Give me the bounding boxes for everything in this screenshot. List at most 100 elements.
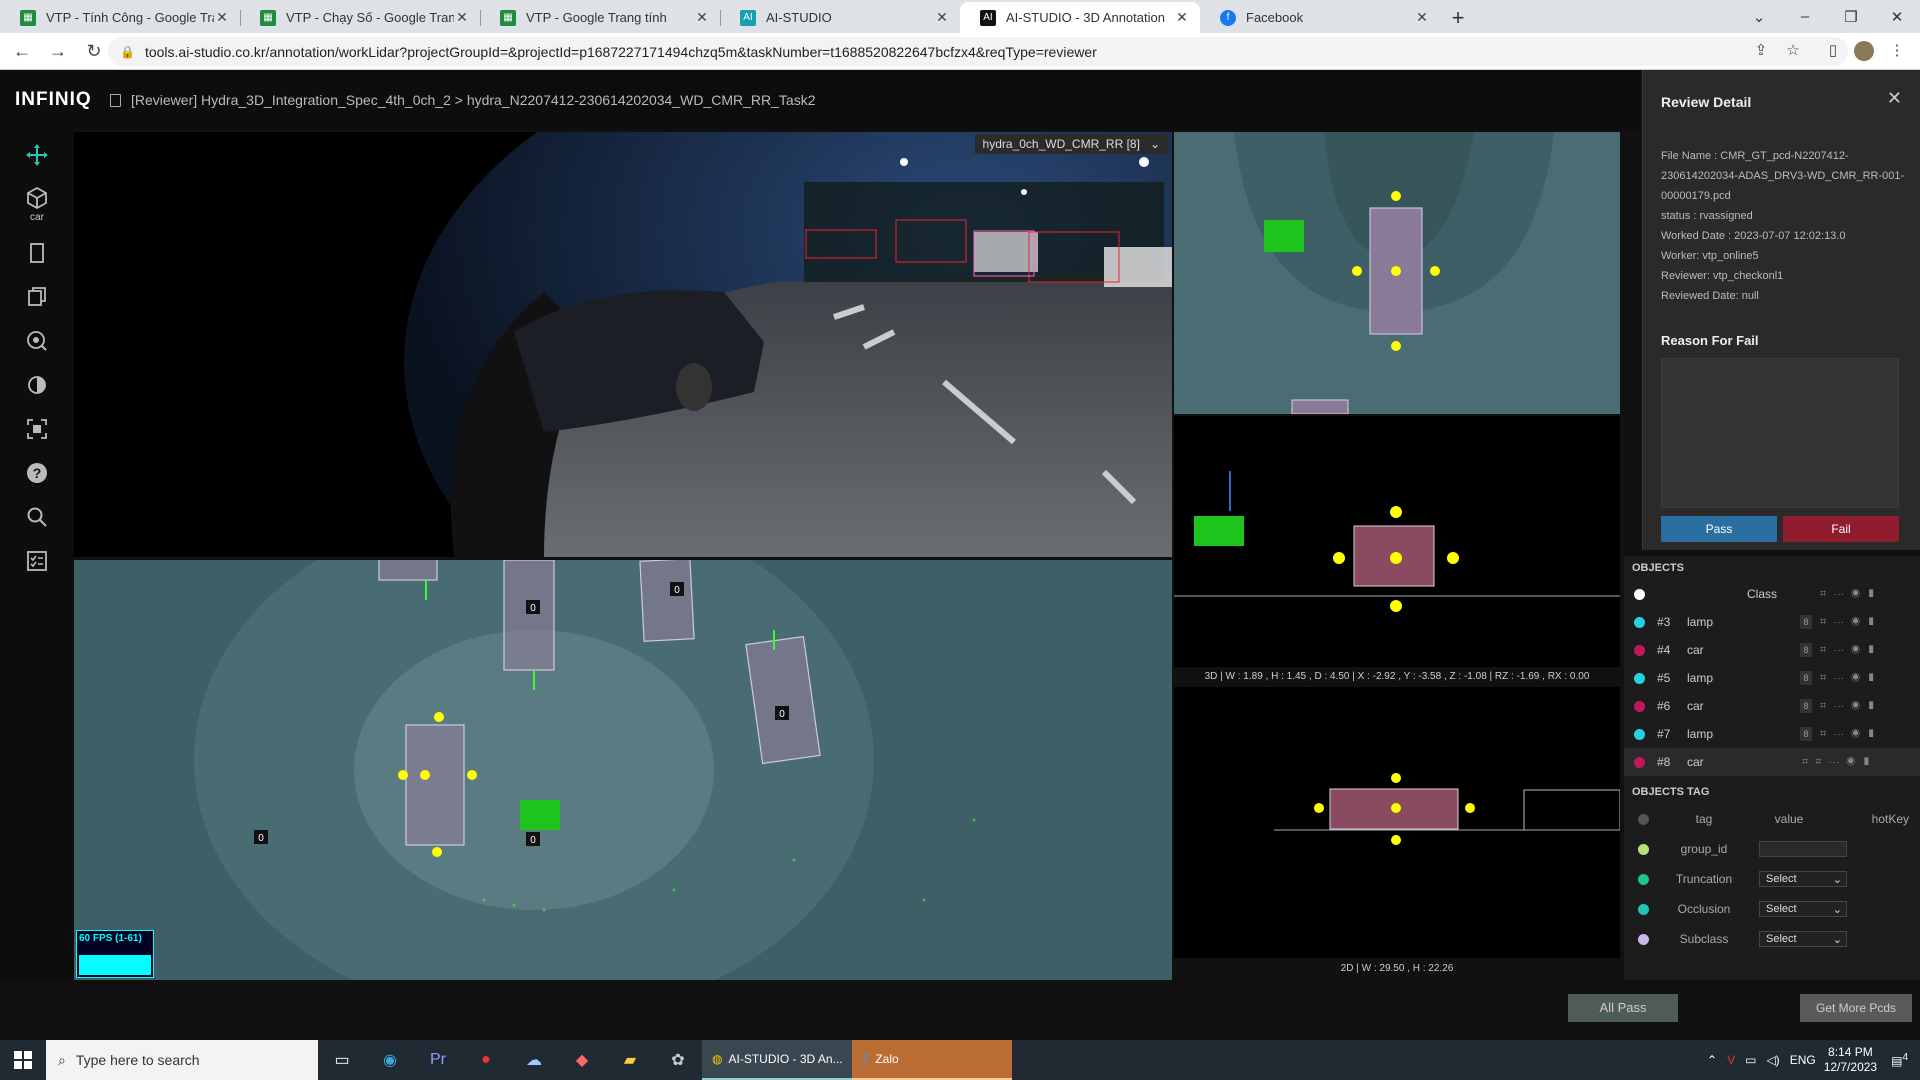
browser-tab-active[interactable]: AI AI-STUDIO - 3D Annotation ✕ [960,2,1200,33]
objects-class-header: Class ⌗⋯◉▮ [1624,580,1920,608]
ai-studio-icon: AI [740,9,756,26]
search-icon[interactable] [22,502,52,532]
browser-tab[interactable]: ▦VTP - Tính Công - Google Trang✕ [0,2,240,33]
pass-button[interactable]: Pass [1661,516,1777,542]
object-row[interactable]: #4 car 8 ⌗⋯◉▮ [1624,636,1920,664]
menu-icon[interactable]: ⋮ [1886,41,1908,59]
reason-textarea[interactable] [1661,358,1899,508]
row-action-icons[interactable]: ⌗⋯◉▮ [1820,700,1882,713]
browser-tab[interactable]: ▦ VTP - Google Trang tính ✕ [480,2,720,33]
task-view-icon[interactable]: ▭ [318,1040,366,1080]
header-icons[interactable]: ⌗⋯◉▮ [1820,588,1882,601]
browser-tab[interactable]: AI AI-STUDIO ✕ [720,2,960,33]
pillar-tool-icon[interactable] [22,238,52,268]
app-icon[interactable]: ✿ [654,1040,702,1080]
browser-tab[interactable]: ▦VTP - Chạy Số - Google Trang tín✕ [240,2,480,33]
browser-tab-bar: ▦VTP - Tính Công - Google Trang✕ ▦VTP - … [0,0,1920,33]
sheets-icon: ▦ [500,9,516,26]
group-id-input[interactable] [1759,841,1847,857]
cuboid-tool-icon[interactable]: car [22,182,52,226]
object-row[interactable]: #5 lamp 8 ⌗⋯◉▮ [1624,664,1920,692]
close-tab-icon[interactable]: ✕ [214,9,230,26]
tag-row-occlusion: Occlusion Select ⌄ [1624,894,1920,924]
cloud-app-icon[interactable]: ☁ [510,1040,558,1080]
box-label: 0 [258,833,264,844]
url-input[interactable]: 🔒 tools.ai-studio.co.kr/annotation/workL… [108,37,1848,66]
recorder-icon[interactable]: ● [462,1040,510,1080]
forward-icon[interactable]: → [44,37,72,65]
close-tab-icon[interactable]: ✕ [934,9,950,26]
help-icon[interactable]: ? [22,458,52,488]
focus-tool-icon[interactable] [22,326,52,356]
object-row[interactable]: #3 lamp 8 ⌗⋯◉▮ [1624,608,1920,636]
clock[interactable]: 8:14 PM 12/7/2023 [1824,1045,1877,1075]
get-more-pcds-button[interactable]: Get More Pcds [1800,994,1912,1022]
avatar[interactable] [1854,41,1874,61]
close-tab-icon[interactable]: ✕ [454,9,470,26]
layers-tool-icon[interactable] [22,282,52,312]
tool-app-icon[interactable]: ◆ [558,1040,606,1080]
truncation-select[interactable]: Select ⌄ [1759,871,1847,887]
review-title: Review Detail [1661,94,1752,110]
occlusion-select[interactable]: Select ⌄ [1759,901,1847,917]
tray-chevron-icon[interactable]: ⌃ [1707,1053,1717,1067]
minimize-button[interactable]: – [1782,0,1828,33]
close-icon[interactable]: ✕ [1887,88,1902,109]
subclass-select[interactable]: Select ⌄ [1759,931,1847,947]
side-panel-icon[interactable]: ▯ [1822,41,1844,59]
volume-icon[interactable]: ◁) [1766,1053,1779,1067]
restore-button[interactable]: ❐ [1828,0,1874,33]
row-action-icons[interactable]: ⌗⋯◉▮ [1820,644,1882,657]
top-view[interactable] [1174,132,1620,414]
notification-icon[interactable]: ▤4 [1891,1052,1908,1068]
point-cloud-view[interactable]: 0 0 0 0 0 60 FPS (1-61) [74,560,1172,980]
all-pass-button[interactable]: All Pass [1568,994,1678,1022]
capture-tool-icon[interactable] [22,414,52,444]
new-tab-button[interactable]: + [1440,2,1476,33]
contrast-tool-icon[interactable] [22,370,52,400]
tray-app-icon[interactable]: V [1727,1053,1735,1067]
bookmark-star-icon[interactable]: ☆ [1782,41,1804,59]
row-action-icons[interactable]: ⌗⋯◉▮ [1820,728,1882,741]
tag-columns-header: tag value hotKey [1624,804,1920,834]
edge-icon[interactable]: ◉ [366,1040,414,1080]
close-tab-icon[interactable]: ✕ [1414,9,1430,26]
taskbar-app-zalo[interactable]: Z Zalo [852,1040,1012,1080]
close-tab-icon[interactable]: ✕ [1174,9,1190,26]
fail-button[interactable]: Fail [1783,516,1899,542]
file-explorer-icon[interactable]: ▰ [606,1040,654,1080]
close-window-button[interactable]: ✕ [1874,0,1920,33]
checklist-icon[interactable] [22,546,52,576]
objects-header: OBJECTS [1632,562,1684,574]
back-icon[interactable]: ← [8,37,36,65]
tab-search-icon[interactable]: ⌄ [1736,0,1782,33]
object-row-selected[interactable]: #8 car ⌗⌗⋯◉▮ [1624,748,1920,776]
windows-start-icon[interactable] [0,1040,46,1080]
reload-icon[interactable]: ↻ [80,37,108,65]
row-action-icons[interactable]: ⌗⋯◉▮ [1820,616,1882,629]
system-tray: ⌃ V ▭ ◁) ENG 8:14 PM 12/7/2023 ▤4 [1707,1045,1908,1075]
object-row[interactable]: #7 lamp 8 ⌗⋯◉▮ [1624,720,1920,748]
sheets-icon: ▦ [20,9,36,26]
share-icon[interactable]: ⇪ [1750,41,1772,59]
review-detail-panel: Review Detail ✕ File Name : CMR_GT_pcd-N… [1642,70,1920,550]
taskbar-search-input[interactable]: ⌕ Type here to search [46,1040,318,1080]
taskbar-app-chrome[interactable]: ◍ AI-STUDIO - 3D An... [702,1040,852,1080]
box-label: 0 [530,835,536,846]
close-tab-icon[interactable]: ✕ [694,9,710,26]
front-view[interactable] [1174,690,1620,958]
premiere-icon[interactable]: Pr [414,1040,462,1080]
object-row[interactable]: #6 car 8 ⌗⋯◉▮ [1624,692,1920,720]
network-icon[interactable]: ▭ [1745,1053,1756,1067]
row-action-icons[interactable]: ⌗⋯◉▮ [1820,672,1882,685]
object-color-dot [1634,728,1645,740]
fps-meter: 60 FPS (1-61) [76,930,154,978]
taskbar: ⌕ Type here to search ▭ ◉ Pr ● ☁ ◆ ▰ ✿ ◍… [0,1040,1920,1080]
tag-row-subclass: Subclass Select ⌄ [1624,924,1920,954]
move-tool-icon[interactable] [22,140,52,170]
camera-view[interactable]: hydra_0ch_WD_CMR_RR [8] ⌄ [74,132,1172,557]
browser-tab[interactable]: f Facebook ✕ [1200,2,1440,33]
row-action-icons[interactable]: ⌗⌗⋯◉▮ [1802,756,1877,769]
camera-select[interactable]: hydra_0ch_WD_CMR_RR [8] ⌄ [974,134,1168,154]
svg-text:?: ? [33,465,42,481]
